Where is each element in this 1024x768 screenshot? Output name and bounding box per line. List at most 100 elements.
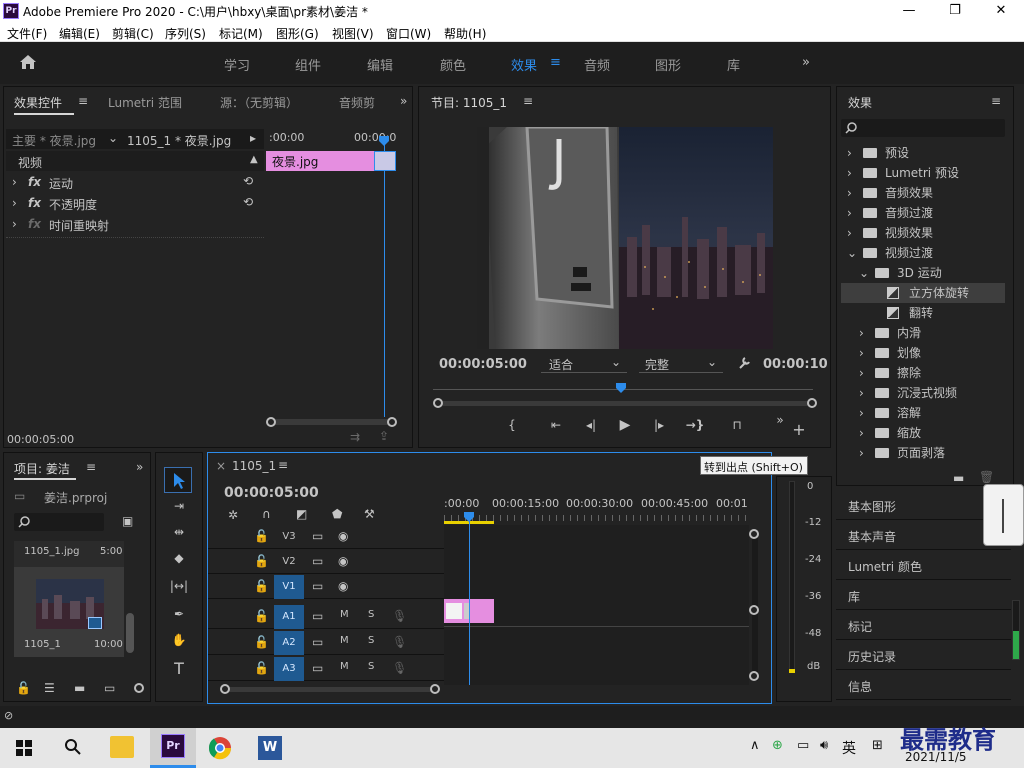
chevron-right-icon[interactable]: › [847, 163, 852, 183]
chevron-right-icon[interactable]: › [847, 223, 852, 243]
panel-menu-icon[interactable]: ≡ [991, 94, 1001, 108]
play-icon[interactable]: ▶ [617, 417, 633, 433]
effect-row-motion[interactable]: › fx 运动 ⟲ [6, 173, 264, 193]
freeform-view-icon[interactable]: ▭ [104, 681, 115, 695]
workspace-audio[interactable]: 音频 [584, 55, 610, 74]
quality-dropdown[interactable]: 完整 ⌄ [639, 355, 723, 373]
network-icon[interactable]: ▭ [797, 738, 809, 753]
lift-icon[interactable]: ⊓ [727, 418, 747, 432]
track-target-button[interactable]: V2 [274, 550, 304, 574]
ripple-edit-icon[interactable]: ⇹ [168, 525, 190, 539]
file-explorer-icon[interactable] [110, 736, 134, 758]
track-area[interactable] [444, 525, 749, 685]
add-button-icon[interactable]: + [792, 420, 806, 439]
chevron-right-icon[interactable]: › [859, 403, 864, 423]
fx-icon[interactable]: fx [28, 196, 41, 210]
chevron-right-icon[interactable]: › [859, 423, 864, 443]
close-button[interactable]: ✕ [978, 0, 1024, 22]
transition-marker[interactable] [374, 151, 396, 171]
dropdown-chevron-icon[interactable]: ⌄ [707, 355, 717, 369]
side-panel-item[interactable]: 历史记录 [836, 640, 1011, 670]
tab-effect-controls[interactable]: 效果控件 [14, 94, 62, 111]
effects-tree-item[interactable]: 翻转 [841, 303, 1005, 323]
slip-icon[interactable]: |↔| [168, 579, 190, 593]
effect-row-opacity[interactable]: › fx 不透明度 ⟲ [6, 194, 264, 214]
tab-audio-mixer[interactable]: 音频剪 [339, 94, 375, 111]
mute-button[interactable]: M [340, 661, 349, 672]
fx-icon[interactable]: fx [28, 175, 41, 189]
selection-tool[interactable] [164, 467, 192, 493]
program-title[interactable]: 节目: 1105_1 [431, 94, 507, 111]
project-title[interactable]: 项目: 姜洁 [14, 460, 70, 477]
panel-menu-icon[interactable]: ≡ [523, 94, 533, 108]
chevron-down-icon[interactable]: ⌄ [847, 243, 857, 263]
play-triangle-icon[interactable]: ▸ [250, 131, 256, 145]
effects-title[interactable]: 效果 [848, 94, 872, 111]
menu-window[interactable]: 窗口(W) [386, 25, 431, 42]
go-to-in-icon[interactable]: ⇤ [547, 418, 565, 432]
menu-clip[interactable]: 剪辑(C) [112, 25, 154, 42]
delete-icon[interactable]: 🗑 [979, 470, 994, 484]
track-lock-icon[interactable]: 🔓 [254, 661, 269, 675]
sync-lock-icon[interactable]: ▭ [312, 554, 323, 568]
panel-more-icon[interactable]: » [400, 94, 407, 108]
track-select-icon[interactable]: ⇥ [168, 499, 190, 513]
marker-icon[interactable]: ⬟ [332, 507, 342, 521]
workspace-assembly[interactable]: 组件 [295, 55, 321, 74]
track-target-button[interactable]: A3 [274, 657, 304, 681]
new-bin-icon[interactable]: ▬ [953, 471, 964, 485]
maximize-button[interactable]: ❐ [932, 0, 978, 22]
program-playhead-icon[interactable] [615, 382, 627, 394]
wrench-icon[interactable] [737, 356, 751, 370]
track-lock-icon[interactable]: 🔓 [254, 579, 269, 593]
sync-lock-icon[interactable]: ▭ [312, 609, 323, 623]
menu-file[interactable]: 文件(F) [7, 25, 47, 42]
effects-tree-item[interactable]: › 音频效果 [841, 183, 1005, 203]
razor-icon[interactable]: ◆ [168, 551, 190, 565]
workspace-more-icon[interactable]: » [802, 55, 810, 70]
magnet-icon[interactable]: ∩ [262, 507, 271, 521]
workspace-graphics[interactable]: 图形 [655, 55, 681, 74]
effects-tree-item[interactable]: ⌄ 3D 运动 [841, 263, 1005, 283]
filter-icon[interactable]: ⇉ [350, 430, 360, 444]
chevron-right-icon[interactable]: › [847, 143, 852, 163]
wrench-icon[interactable]: ⚒ [364, 507, 375, 521]
chevron-right-icon[interactable]: › [847, 203, 852, 223]
effects-search-input[interactable] [841, 119, 1005, 137]
list-view-icon[interactable]: ☰ [44, 681, 55, 695]
effects-tree-item[interactable]: › 缩放 [841, 423, 1005, 443]
effects-tree-item[interactable]: › 预设 [841, 143, 1005, 163]
project-item-sequence[interactable]: 1105_1 10:00 [14, 567, 124, 657]
ec-playhead-icon[interactable] [378, 135, 390, 147]
tab-source[interactable]: 源：（无剪辑） [220, 94, 298, 111]
home-icon[interactable] [19, 54, 37, 70]
word-icon[interactable]: W [258, 736, 282, 760]
project-search-input[interactable] [14, 513, 104, 531]
effects-tree-item[interactable]: › 溶解 [841, 403, 1005, 423]
ime-icon[interactable]: ⊞ [872, 738, 883, 753]
chevron-right-icon[interactable]: › [859, 323, 864, 343]
scroll-handle[interactable] [749, 529, 759, 539]
timeline-playhead-line[interactable] [469, 515, 470, 685]
effects-tree-item[interactable]: › 擦除 [841, 363, 1005, 383]
step-back-icon[interactable]: ◂| [583, 418, 599, 432]
side-panel-item[interactable]: 标记 [836, 610, 1011, 640]
scroll-handle[interactable] [749, 671, 759, 681]
menu-sequence[interactable]: 序列(S) [165, 25, 206, 42]
sync-lock-icon[interactable]: ▭ [312, 579, 323, 593]
expand-chevron-icon[interactable]: › [12, 175, 17, 189]
mic-icon[interactable]: 🎙︎ [392, 635, 407, 649]
workspace-libraries[interactable]: 库 [727, 55, 740, 74]
effects-tree-item[interactable]: 立方体旋转 [841, 283, 1005, 303]
effects-tree-item[interactable]: › Lumetri 预设 [841, 163, 1005, 183]
export-icon[interactable]: ⇪ [379, 429, 389, 443]
menu-help[interactable]: 帮助(H) [444, 25, 486, 42]
timeline-playhead-icon[interactable] [463, 511, 475, 523]
menu-view[interactable]: 视图(V) [332, 25, 374, 42]
effects-tree-item[interactable]: › 页面剥落 [841, 443, 1005, 463]
scroll-handle-left[interactable] [433, 398, 443, 408]
master-clip-label[interactable]: 主要 * 夜景.jpg [12, 132, 96, 149]
more-controls-icon[interactable]: » [773, 413, 787, 427]
effects-tree-item[interactable]: › 沉浸式视频 [841, 383, 1005, 403]
tray-chevron-icon[interactable]: ∧ [750, 738, 760, 753]
